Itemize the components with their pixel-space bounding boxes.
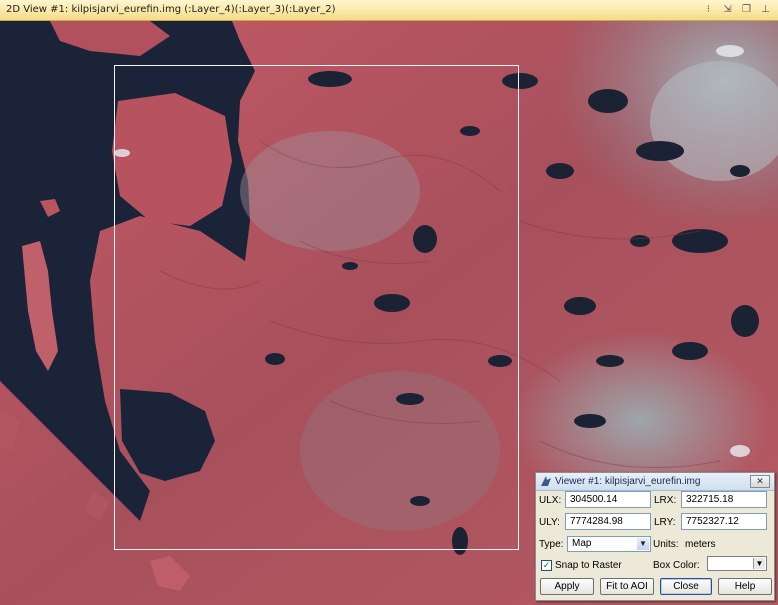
aoi-box[interactable]: [114, 65, 519, 550]
dialog-title: Viewer #1: kilpisjarvi_eurefin.img: [555, 476, 701, 487]
dialog-close-icon[interactable]: ✕: [750, 475, 770, 488]
viewer-title: 2D View #1: kilpisjarvi_eurefin.img (:La…: [6, 4, 336, 15]
uly-field[interactable]: 7774284.98: [565, 513, 651, 530]
ulx-label: ULX:: [539, 495, 562, 506]
arrows-icon[interactable]: ⇲: [721, 3, 734, 17]
lry-label: LRY:: [654, 517, 676, 528]
pages-icon[interactable]: ❐: [740, 3, 753, 17]
lrx-field[interactable]: 322715.18: [681, 491, 767, 508]
ulx-field[interactable]: 304500.14: [565, 491, 651, 508]
close-button[interactable]: Close: [660, 578, 712, 595]
type-select-value: Map: [572, 538, 592, 549]
pushpin-icon[interactable]: ⊥: [759, 3, 772, 17]
dialog-title-bar: Viewer #1: kilpisjarvi_eurefin.img ✕: [536, 473, 774, 491]
type-label: Type:: [539, 539, 564, 550]
lry-field[interactable]: 7752327.12: [681, 513, 767, 530]
apply-button[interactable]: Apply: [540, 578, 594, 595]
box-color-label: Box Color:: [653, 560, 700, 571]
chevron-down-icon: ▼: [753, 558, 765, 569]
viewer-title-bar: 2D View #1: kilpisjarvi_eurefin.img (:La…: [0, 0, 778, 21]
lrx-label: LRX:: [654, 495, 677, 506]
erdas-app-icon: [541, 476, 551, 486]
uly-label: ULY:: [539, 517, 560, 528]
pin-icon[interactable]: ⁝: [702, 3, 715, 17]
units-value: meters: [685, 539, 716, 550]
snap-to-raster-checkbox[interactable]: ✓: [541, 560, 552, 571]
type-select[interactable]: Map ▼: [567, 536, 651, 552]
units-label: Units:: [653, 539, 679, 550]
help-button[interactable]: Help: [718, 578, 772, 595]
box-color-picker[interactable]: ▼: [707, 556, 767, 571]
chevron-down-icon: ▼: [637, 538, 649, 550]
snap-to-raster-label: Snap to Raster: [555, 560, 622, 571]
fit-to-aoi-button[interactable]: Fit to AOI: [600, 578, 654, 595]
